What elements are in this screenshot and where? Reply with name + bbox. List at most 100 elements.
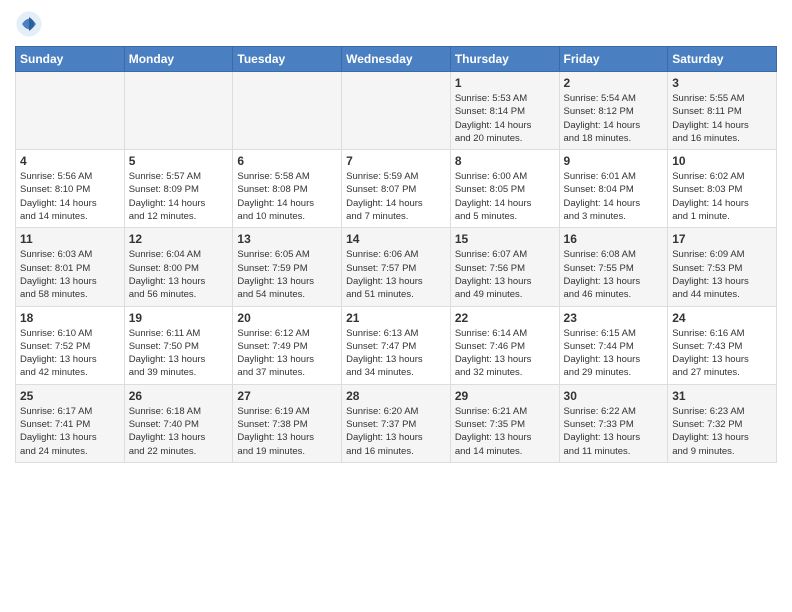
- day-cell: 29 Sunrise: 6:21 AM Sunset: 7:35 PM Dayli…: [450, 384, 559, 462]
- week-row-2: 4 Sunrise: 5:56 AM Sunset: 8:10 PM Daylig…: [16, 150, 777, 228]
- day-cell: 25 Sunrise: 6:17 AM Sunset: 7:41 PM Dayli…: [16, 384, 125, 462]
- header-cell-monday: Monday: [124, 47, 233, 72]
- day-cell: 20 Sunrise: 6:12 AM Sunset: 7:49 PM Dayli…: [233, 306, 342, 384]
- day-number: 8: [455, 154, 555, 168]
- header: [15, 10, 777, 38]
- week-row-3: 11Sunrise: 6:03 AM Sunset: 8:01 PM Dayli…: [16, 228, 777, 306]
- calendar-table: SundayMondayTuesdayWednesdayThursdayFrid…: [15, 46, 777, 463]
- day-number: 19: [129, 311, 229, 325]
- day-info: Sunrise: 6:01 AM Sunset: 8:04 PM Dayligh…: [564, 170, 664, 223]
- day-number: 2: [564, 76, 664, 90]
- day-cell: 31Sunrise: 6:23 AM Sunset: 7:32 PM Dayli…: [668, 384, 777, 462]
- day-number: 31: [672, 389, 772, 403]
- day-cell: 12Sunrise: 6:04 AM Sunset: 8:00 PM Dayli…: [124, 228, 233, 306]
- day-info: Sunrise: 6:14 AM Sunset: 7:46 PM Dayligh…: [455, 327, 555, 380]
- day-info: Sunrise: 6:00 AM Sunset: 8:05 PM Dayligh…: [455, 170, 555, 223]
- header-cell-saturday: Saturday: [668, 47, 777, 72]
- day-cell: 22 Sunrise: 6:14 AM Sunset: 7:46 PM Dayli…: [450, 306, 559, 384]
- day-number: 26: [129, 389, 229, 403]
- day-info: Sunrise: 6:08 AM Sunset: 7:55 PM Dayligh…: [564, 248, 664, 301]
- day-cell: 21Sunrise: 6:13 AM Sunset: 7:47 PM Dayli…: [342, 306, 451, 384]
- day-cell: [124, 72, 233, 150]
- day-number: 7: [346, 154, 446, 168]
- day-info: Sunrise: 6:16 AM Sunset: 7:43 PM Dayligh…: [672, 327, 772, 380]
- day-cell: 27 Sunrise: 6:19 AM Sunset: 7:38 PM Dayli…: [233, 384, 342, 462]
- day-cell: 9 Sunrise: 6:01 AM Sunset: 8:04 PM Daylig…: [559, 150, 668, 228]
- day-info: Sunrise: 6:09 AM Sunset: 7:53 PM Dayligh…: [672, 248, 772, 301]
- day-cell: 13 Sunrise: 6:05 AM Sunset: 7:59 PM Dayli…: [233, 228, 342, 306]
- day-info: Sunrise: 6:02 AM Sunset: 8:03 PM Dayligh…: [672, 170, 772, 223]
- day-number: 28: [346, 389, 446, 403]
- day-info: Sunrise: 6:07 AM Sunset: 7:56 PM Dayligh…: [455, 248, 555, 301]
- day-info: Sunrise: 5:56 AM Sunset: 8:10 PM Dayligh…: [20, 170, 120, 223]
- day-cell: 15 Sunrise: 6:07 AM Sunset: 7:56 PM Dayli…: [450, 228, 559, 306]
- day-info: Sunrise: 6:20 AM Sunset: 7:37 PM Dayligh…: [346, 405, 446, 458]
- day-info: Sunrise: 6:17 AM Sunset: 7:41 PM Dayligh…: [20, 405, 120, 458]
- day-number: 15: [455, 232, 555, 246]
- day-info: Sunrise: 6:10 AM Sunset: 7:52 PM Dayligh…: [20, 327, 120, 380]
- day-info: Sunrise: 6:05 AM Sunset: 7:59 PM Dayligh…: [237, 248, 337, 301]
- day-number: 1: [455, 76, 555, 90]
- day-number: 21: [346, 311, 446, 325]
- day-cell: 1Sunrise: 5:53 AM Sunset: 8:14 PM Daylig…: [450, 72, 559, 150]
- day-cell: 24 Sunrise: 6:16 AM Sunset: 7:43 PM Dayli…: [668, 306, 777, 384]
- header-row: SundayMondayTuesdayWednesdayThursdayFrid…: [16, 47, 777, 72]
- day-info: Sunrise: 5:55 AM Sunset: 8:11 PM Dayligh…: [672, 92, 772, 145]
- day-cell: 14Sunrise: 6:06 AM Sunset: 7:57 PM Dayli…: [342, 228, 451, 306]
- day-cell: 10 Sunrise: 6:02 AM Sunset: 8:03 PM Dayli…: [668, 150, 777, 228]
- day-number: 4: [20, 154, 120, 168]
- day-cell: 8 Sunrise: 6:00 AM Sunset: 8:05 PM Daylig…: [450, 150, 559, 228]
- day-cell: 16 Sunrise: 6:08 AM Sunset: 7:55 PM Dayli…: [559, 228, 668, 306]
- day-cell: 19 Sunrise: 6:11 AM Sunset: 7:50 PM Dayli…: [124, 306, 233, 384]
- header-cell-wednesday: Wednesday: [342, 47, 451, 72]
- day-info: Sunrise: 5:59 AM Sunset: 8:07 PM Dayligh…: [346, 170, 446, 223]
- day-number: 16: [564, 232, 664, 246]
- day-number: 25: [20, 389, 120, 403]
- day-info: Sunrise: 6:15 AM Sunset: 7:44 PM Dayligh…: [564, 327, 664, 380]
- header-cell-tuesday: Tuesday: [233, 47, 342, 72]
- day-number: 13: [237, 232, 337, 246]
- calendar-header: SundayMondayTuesdayWednesdayThursdayFrid…: [16, 47, 777, 72]
- day-cell: 23 Sunrise: 6:15 AM Sunset: 7:44 PM Dayli…: [559, 306, 668, 384]
- day-cell: 26Sunrise: 6:18 AM Sunset: 7:40 PM Dayli…: [124, 384, 233, 462]
- header-cell-thursday: Thursday: [450, 47, 559, 72]
- day-number: 12: [129, 232, 229, 246]
- day-number: 20: [237, 311, 337, 325]
- day-cell: 2 Sunrise: 5:54 AM Sunset: 8:12 PM Daylig…: [559, 72, 668, 150]
- day-cell: 5Sunrise: 5:57 AM Sunset: 8:09 PM Daylig…: [124, 150, 233, 228]
- day-number: 3: [672, 76, 772, 90]
- day-cell: 11Sunrise: 6:03 AM Sunset: 8:01 PM Dayli…: [16, 228, 125, 306]
- day-cell: 28 Sunrise: 6:20 AM Sunset: 7:37 PM Dayli…: [342, 384, 451, 462]
- day-info: Sunrise: 6:11 AM Sunset: 7:50 PM Dayligh…: [129, 327, 229, 380]
- logo-icon: [15, 10, 43, 38]
- day-info: Sunrise: 6:19 AM Sunset: 7:38 PM Dayligh…: [237, 405, 337, 458]
- day-number: 27: [237, 389, 337, 403]
- day-cell: 7 Sunrise: 5:59 AM Sunset: 8:07 PM Daylig…: [342, 150, 451, 228]
- day-info: Sunrise: 6:12 AM Sunset: 7:49 PM Dayligh…: [237, 327, 337, 380]
- header-cell-friday: Friday: [559, 47, 668, 72]
- week-row-5: 25 Sunrise: 6:17 AM Sunset: 7:41 PM Dayli…: [16, 384, 777, 462]
- day-info: Sunrise: 6:21 AM Sunset: 7:35 PM Dayligh…: [455, 405, 555, 458]
- day-number: 9: [564, 154, 664, 168]
- day-cell: 30Sunrise: 6:22 AM Sunset: 7:33 PM Dayli…: [559, 384, 668, 462]
- day-cell: [233, 72, 342, 150]
- header-cell-sunday: Sunday: [16, 47, 125, 72]
- week-row-4: 18Sunrise: 6:10 AM Sunset: 7:52 PM Dayli…: [16, 306, 777, 384]
- day-info: Sunrise: 6:22 AM Sunset: 7:33 PM Dayligh…: [564, 405, 664, 458]
- day-info: Sunrise: 5:57 AM Sunset: 8:09 PM Dayligh…: [129, 170, 229, 223]
- day-number: 6: [237, 154, 337, 168]
- day-number: 24: [672, 311, 772, 325]
- day-cell: 18Sunrise: 6:10 AM Sunset: 7:52 PM Dayli…: [16, 306, 125, 384]
- day-number: 22: [455, 311, 555, 325]
- day-cell: 3 Sunrise: 5:55 AM Sunset: 8:11 PM Daylig…: [668, 72, 777, 150]
- day-cell: 6 Sunrise: 5:58 AM Sunset: 8:08 PM Daylig…: [233, 150, 342, 228]
- day-number: 29: [455, 389, 555, 403]
- day-info: Sunrise: 5:58 AM Sunset: 8:08 PM Dayligh…: [237, 170, 337, 223]
- day-info: Sunrise: 5:54 AM Sunset: 8:12 PM Dayligh…: [564, 92, 664, 145]
- day-cell: [16, 72, 125, 150]
- day-number: 23: [564, 311, 664, 325]
- day-number: 10: [672, 154, 772, 168]
- day-number: 17: [672, 232, 772, 246]
- day-info: Sunrise: 6:06 AM Sunset: 7:57 PM Dayligh…: [346, 248, 446, 301]
- week-row-1: 1Sunrise: 5:53 AM Sunset: 8:14 PM Daylig…: [16, 72, 777, 150]
